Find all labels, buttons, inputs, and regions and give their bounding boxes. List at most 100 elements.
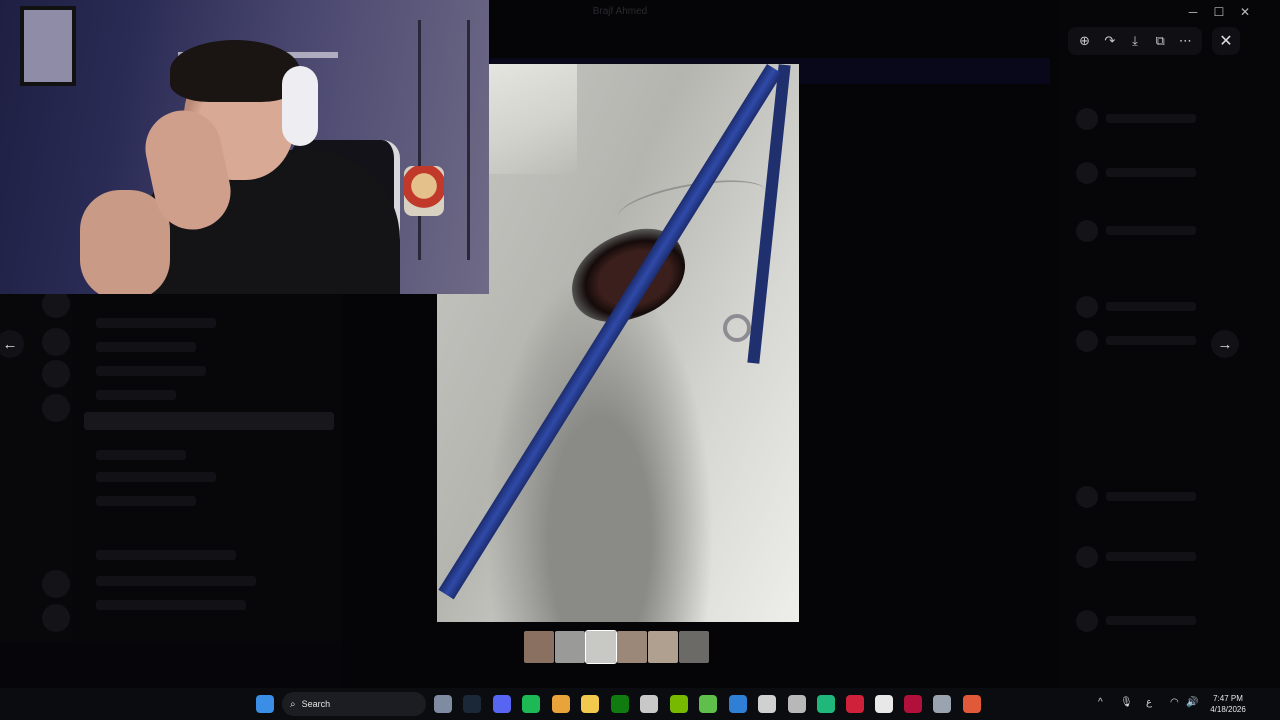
member-item[interactable] xyxy=(1076,486,1236,508)
server-icon[interactable] xyxy=(42,604,70,632)
wifi-icon[interactable]: ◠ xyxy=(1170,697,1179,708)
channel-item[interactable] xyxy=(96,318,216,328)
steam-icon[interactable] xyxy=(463,695,481,713)
search-icon: ⌕ xyxy=(290,698,296,710)
thumbnail-selected[interactable] xyxy=(585,630,617,664)
channel-item[interactable] xyxy=(96,550,236,560)
server-icon[interactable] xyxy=(42,360,70,388)
member-item[interactable] xyxy=(1076,546,1236,568)
window-close-button[interactable]: ✕ xyxy=(1232,4,1258,20)
server-icon[interactable] xyxy=(42,394,70,422)
channel-item[interactable] xyxy=(96,366,206,376)
open-external-icon[interactable]: ⧉ xyxy=(1149,30,1171,52)
member-item[interactable] xyxy=(1076,610,1236,632)
zoom-icon[interactable]: ⊕ xyxy=(1074,30,1096,52)
channel-item-selected[interactable] xyxy=(84,412,334,430)
settings-icon[interactable] xyxy=(933,695,951,713)
app-green-icon[interactable] xyxy=(817,695,835,713)
thumbnail[interactable] xyxy=(555,631,585,663)
bridle-ring xyxy=(723,314,751,342)
app-red-icon[interactable] xyxy=(846,695,864,713)
member-item[interactable] xyxy=(1076,220,1236,242)
app-blue-icon[interactable] xyxy=(729,695,747,713)
avatar xyxy=(1076,220,1098,242)
avatar xyxy=(1076,486,1098,508)
streamer-hair xyxy=(170,40,300,102)
microphone-icon[interactable]: 🎙 xyxy=(1120,697,1133,708)
member-name xyxy=(1106,302,1196,311)
thumbnail[interactable] xyxy=(524,631,554,663)
forward-icon[interactable]: ↷ xyxy=(1099,30,1121,52)
volume-icon[interactable]: 🔊 xyxy=(1186,697,1198,708)
member-name xyxy=(1106,552,1196,561)
server-icon[interactable] xyxy=(42,328,70,356)
app-g-icon[interactable] xyxy=(758,695,776,713)
webcam-overlay xyxy=(0,0,489,294)
viewer-toolbar: ⊕ ↷ ⤓ ⧉ ⋯ xyxy=(1068,27,1202,55)
headset xyxy=(282,66,318,146)
store-icon[interactable] xyxy=(640,695,658,713)
thumbnail[interactable] xyxy=(679,631,709,663)
minimize-button[interactable]: ─ xyxy=(1180,4,1206,20)
channel-item[interactable] xyxy=(96,576,256,586)
start-icon[interactable] xyxy=(256,695,274,713)
recycle-icon[interactable] xyxy=(788,695,806,713)
file-explorer-icon[interactable] xyxy=(581,695,599,713)
thumbnail[interactable] xyxy=(617,631,647,663)
thumbnail-strip xyxy=(524,630,709,664)
clock-time: 7:47 PM xyxy=(1213,694,1243,703)
channel-item[interactable] xyxy=(96,450,186,460)
anime-figure xyxy=(404,166,444,216)
member-name xyxy=(1106,336,1196,345)
clock-date: 4/18/2026 xyxy=(1210,705,1246,714)
channel-item[interactable] xyxy=(96,390,176,400)
taskbar-search[interactable]: ⌕ Search xyxy=(282,692,426,716)
discord-icon[interactable] xyxy=(493,695,511,713)
member-name xyxy=(1106,168,1196,177)
close-viewer-button[interactable]: ✕ xyxy=(1212,27,1240,55)
avatar xyxy=(1076,546,1098,568)
next-image-button[interactable]: → xyxy=(1211,330,1239,358)
avatar xyxy=(1076,330,1098,352)
camera-app-icon[interactable] xyxy=(434,695,452,713)
app-a-icon[interactable] xyxy=(904,695,922,713)
user-panel xyxy=(0,642,342,688)
server-icon[interactable] xyxy=(42,290,70,318)
channel-item[interactable] xyxy=(96,496,196,506)
member-item[interactable] xyxy=(1076,162,1236,184)
member-name xyxy=(1106,114,1196,123)
taskbar-clock[interactable]: 7:47 PM 4/18/2026 xyxy=(1200,693,1256,715)
maximize-button[interactable]: ☐ xyxy=(1206,4,1232,20)
language-indicator[interactable]: ع xyxy=(1146,697,1152,708)
window-title: Brajf Ahmed xyxy=(592,6,648,17)
avatar xyxy=(1076,162,1098,184)
channel-item[interactable] xyxy=(96,342,196,352)
spotify-icon[interactable] xyxy=(522,695,540,713)
taskbar: ⌕ Search ^ 🎙 ع ◠ 🔊 7:47 PM 4/18/2026 xyxy=(0,688,1280,720)
play-app-icon[interactable] xyxy=(699,695,717,713)
plant-shelf xyxy=(418,20,470,260)
member-name xyxy=(1106,616,1196,625)
server-icon[interactable] xyxy=(42,570,70,598)
tray-chevron-icon[interactable]: ^ xyxy=(1098,697,1103,708)
member-name xyxy=(1106,492,1196,501)
member-item[interactable] xyxy=(1076,108,1236,130)
channel-item[interactable] xyxy=(96,600,246,610)
wall-frame xyxy=(20,6,76,86)
member-item[interactable] xyxy=(1076,296,1236,318)
horse-photo xyxy=(437,64,799,622)
chrome-2-icon[interactable] xyxy=(963,695,981,713)
nvidia-icon[interactable] xyxy=(670,695,688,713)
avatar xyxy=(1076,108,1098,130)
member-name xyxy=(1106,226,1196,235)
chrome-icon[interactable] xyxy=(552,695,570,713)
more-icon[interactable]: ⋯ xyxy=(1174,30,1196,52)
avatar xyxy=(1076,610,1098,632)
xbox-icon[interactable] xyxy=(611,695,629,713)
avatar xyxy=(1076,296,1098,318)
search-label: Search xyxy=(301,699,331,709)
thumbnail[interactable] xyxy=(648,631,678,663)
channel-item[interactable] xyxy=(96,472,216,482)
download-icon[interactable]: ⤓ xyxy=(1124,30,1146,52)
capcut-icon[interactable] xyxy=(875,695,893,713)
